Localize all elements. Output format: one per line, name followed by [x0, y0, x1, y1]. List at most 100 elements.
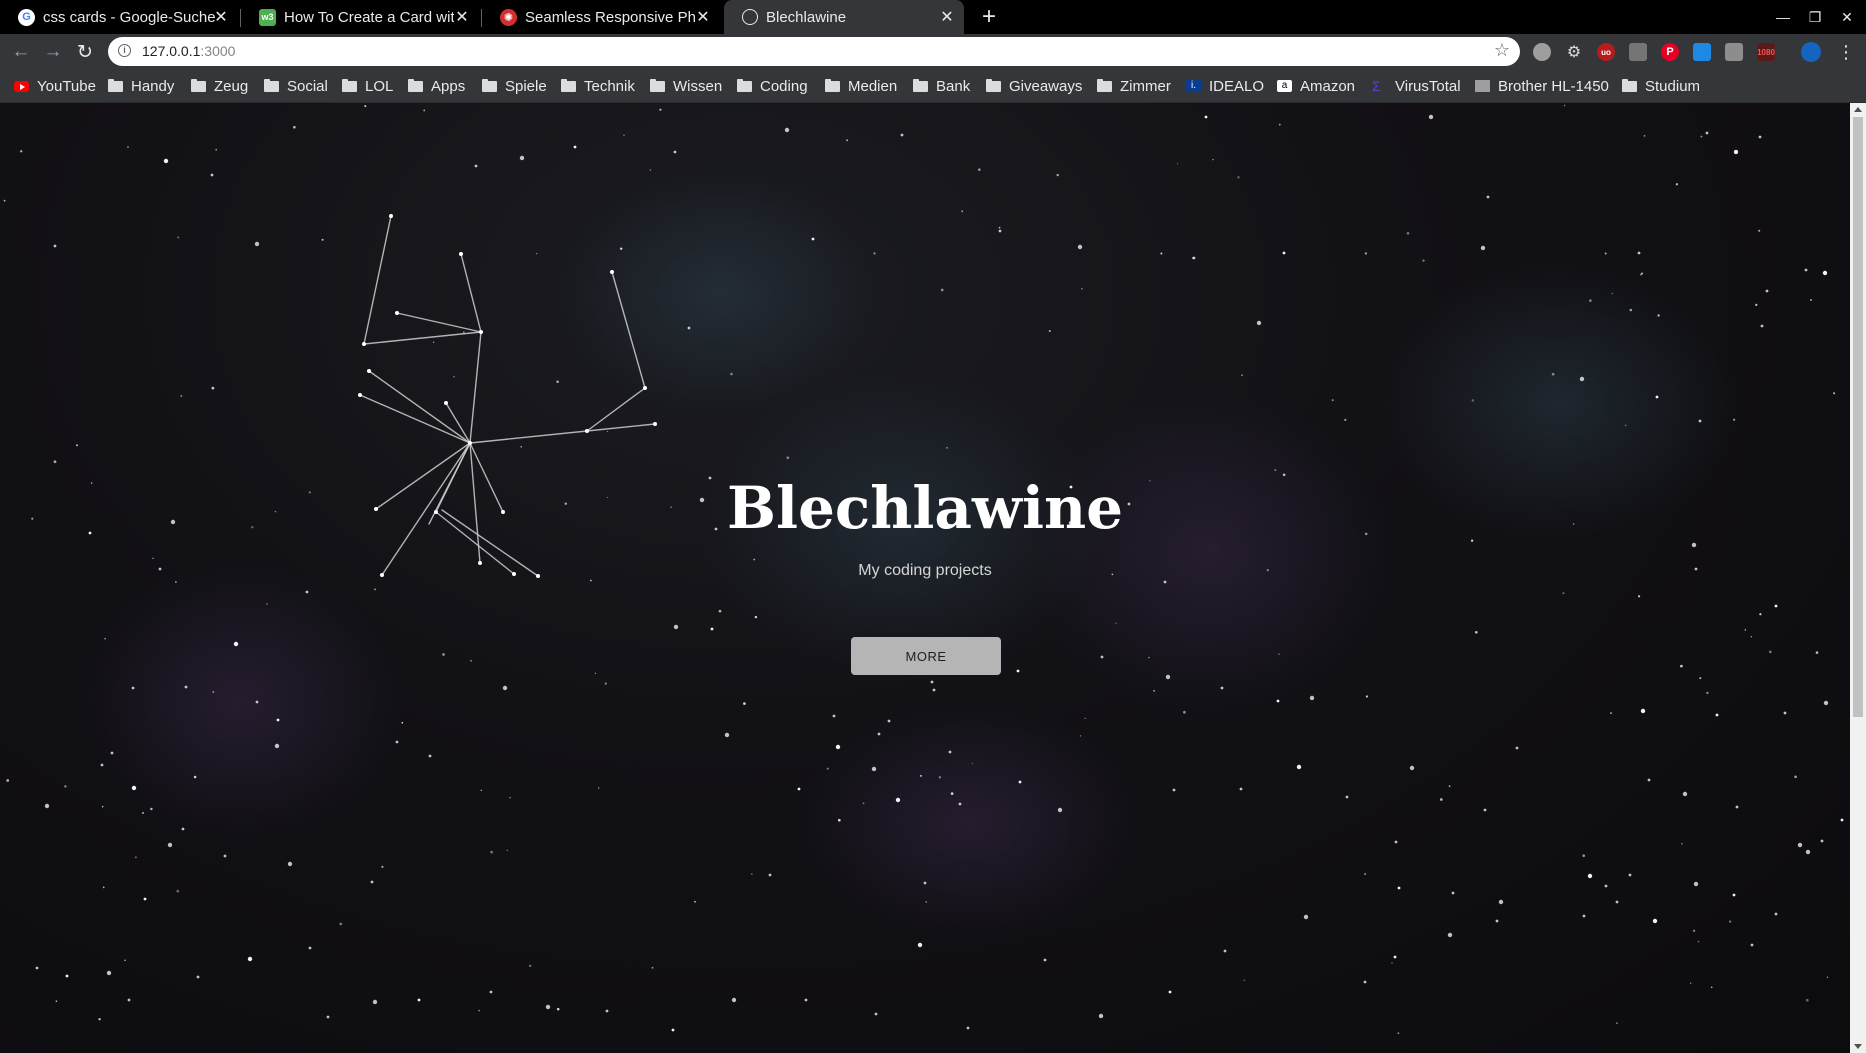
profile-avatar-icon[interactable] [1801, 42, 1821, 62]
star [1303, 914, 1309, 920]
star [1223, 949, 1227, 953]
bookmark-brother[interactable]: Brother HL-1450 [1475, 76, 1609, 96]
star [1735, 805, 1739, 809]
bookmark-folder-handy[interactable]: Handy [108, 76, 174, 96]
folder-icon [1622, 79, 1637, 92]
star [1699, 677, 1702, 680]
star [3, 199, 6, 202]
restore-icon[interactable]: ❐ [1798, 0, 1832, 34]
bookmark-folder-technik[interactable]: Technik [561, 76, 635, 96]
extension-window-icon[interactable] [1693, 43, 1711, 61]
bookmark-folder-coding[interactable]: Coding [737, 76, 808, 96]
star [1710, 986, 1713, 989]
star [417, 998, 421, 1002]
close-icon[interactable]: ✕ [938, 8, 956, 26]
star [1690, 982, 1692, 984]
tab-css-cards[interactable]: G css cards - Google-Suche ✕ [0, 0, 238, 34]
extension-chart-icon[interactable] [1629, 43, 1647, 61]
star [938, 776, 942, 779]
star [135, 856, 137, 859]
close-icon[interactable]: ✕ [453, 8, 471, 26]
star [1309, 695, 1315, 701]
star [124, 959, 126, 961]
back-button[interactable]: ← [7, 38, 35, 66]
star [1241, 374, 1243, 377]
more-button[interactable]: MORE [851, 637, 1001, 675]
bookmark-folder-giveaways[interactable]: Giveaways [986, 76, 1082, 96]
extension-counter-icon[interactable]: 1080 [1757, 43, 1775, 61]
bookmark-folder-wissen[interactable]: Wissen [650, 76, 722, 96]
vertical-scrollbar[interactable] [1850, 103, 1866, 1053]
star [846, 139, 849, 142]
extension-pinterest-icon[interactable]: P [1661, 43, 1679, 61]
star [212, 691, 215, 693]
tab-seamless-responsive[interactable]: ✺ Seamless Responsive Phot ✕ [482, 0, 720, 34]
extension-record-icon[interactable] [1533, 43, 1551, 61]
star [887, 719, 891, 723]
star [1451, 891, 1455, 895]
reload-button[interactable]: ↻ [71, 38, 99, 66]
extension-photo-icon[interactable] [1725, 43, 1743, 61]
star [1397, 1032, 1400, 1035]
bookmark-idealo[interactable]: i. IDEALO [1186, 76, 1264, 96]
star [1643, 135, 1646, 137]
bookmark-folder-zeug[interactable]: Zeug [191, 76, 248, 96]
info-icon[interactable]: i [118, 44, 131, 57]
constellation-line [359, 394, 471, 444]
tab-title: Seamless Responsive Phot [525, 8, 695, 26]
address-bar[interactable]: i 127.0.0.1:3000 ☆ [108, 37, 1520, 66]
scroll-down-icon[interactable] [1854, 1044, 1862, 1049]
folder-icon [108, 79, 123, 92]
forward-button[interactable]: → [39, 38, 67, 66]
extension-ublock-icon[interactable]: uo [1597, 43, 1615, 61]
bookmark-folder-studium[interactable]: Studium [1622, 76, 1700, 96]
scroll-up-icon[interactable] [1854, 107, 1862, 112]
star [671, 1028, 675, 1032]
star [520, 445, 523, 448]
bookmark-folder-social[interactable]: Social [264, 76, 328, 96]
star [1629, 308, 1633, 312]
new-tab-button[interactable]: + [976, 4, 1002, 30]
star [428, 754, 432, 758]
star [1331, 399, 1334, 402]
extension-gear-icon[interactable]: ⚙ [1565, 43, 1583, 61]
bookmark-folder-spiele[interactable]: Spiele [482, 76, 547, 96]
close-icon[interactable]: ✕ [212, 8, 230, 26]
window-close-icon[interactable]: ✕ [1830, 0, 1864, 34]
menu-icon[interactable]: ⋮ [1836, 40, 1856, 64]
bookmark-folder-bank[interactable]: Bank [913, 76, 970, 96]
star [1682, 791, 1688, 797]
star [837, 818, 841, 822]
star [1805, 849, 1811, 855]
close-icon[interactable]: ✕ [694, 8, 712, 26]
bookmark-star-icon[interactable]: ☆ [1494, 40, 1510, 61]
bookmark-folder-zimmer[interactable]: Zimmer [1097, 76, 1171, 96]
star [1755, 303, 1758, 307]
bookmark-virustotal[interactable]: Σ VirusTotal [1372, 76, 1461, 96]
bookmark-amazon[interactable]: a Amazon [1277, 76, 1355, 96]
star [623, 134, 625, 137]
star [1681, 842, 1683, 845]
bookmark-folder-lol[interactable]: LOL [342, 76, 393, 96]
tab-blechlawine[interactable]: Blechlawine ✕ [724, 0, 964, 34]
bookmark-youtube[interactable]: YouTube [14, 76, 96, 96]
bookmark-folder-apps[interactable]: Apps [408, 76, 465, 96]
star [961, 210, 964, 213]
bookmark-folder-medien[interactable]: Medien [825, 76, 897, 96]
minimize-icon[interactable]: — [1766, 0, 1800, 34]
star [797, 787, 801, 791]
bookmark-label: Social [287, 77, 328, 95]
star [1675, 183, 1679, 186]
star [1274, 469, 1277, 472]
star [1483, 808, 1487, 812]
scrollbar-thumb[interactable] [1853, 117, 1863, 717]
tab-how-to-create-card[interactable]: w3 How To Create a Card with ✕ [241, 0, 479, 34]
bookmark-label: Giveaways [1009, 77, 1083, 95]
url-host: 127.0.0.1 [142, 43, 201, 59]
star [106, 970, 112, 976]
star [193, 775, 197, 779]
star [127, 998, 131, 1002]
star [917, 942, 923, 948]
star [1363, 980, 1367, 984]
url-text[interactable]: 127.0.0.1:3000 [142, 43, 235, 59]
